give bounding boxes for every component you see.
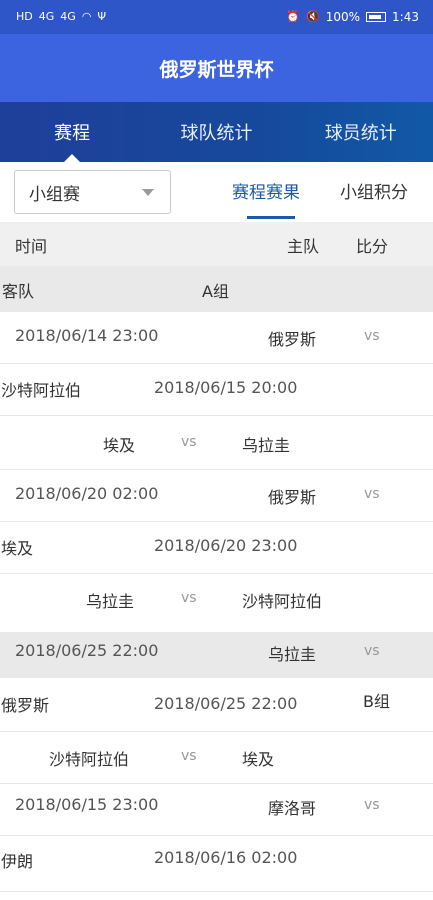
match-time: 2018/06/15 23:00 xyxy=(15,795,159,814)
table-row[interactable]: 俄罗斯 2018/06/25 22:00 B组 xyxy=(0,678,433,732)
status-left-icons: HD 4G 4G ◠ Ψ xyxy=(16,11,106,23)
vs-label: vs xyxy=(181,590,197,606)
table-row[interactable]: 乌拉圭 vs 沙特阿拉伯 xyxy=(0,576,433,632)
team-name: 乌拉圭 xyxy=(242,436,291,455)
table-row[interactable]: 2018/06/20 02:00 俄罗斯 vs xyxy=(0,470,433,522)
vs-label: vs xyxy=(364,486,380,502)
active-subtab-indicator xyxy=(247,216,295,219)
table-row[interactable]: 2018/06/14 23:00 俄罗斯 vs xyxy=(0,312,433,364)
table-row[interactable]: 2018/06/25 22:00 乌拉圭 vs xyxy=(0,632,433,678)
header-score: 比分 xyxy=(356,237,389,256)
team-name: 沙特阿拉伯 xyxy=(1,381,82,400)
team-name: 沙特阿拉伯 xyxy=(242,592,323,611)
top-tab-bar: 赛程 球队统计 球员统计 xyxy=(0,102,433,162)
vs-label: vs xyxy=(364,328,380,344)
wifi-icon: ◠ xyxy=(81,10,92,23)
away-label: 客队 xyxy=(2,282,35,301)
match-time: 2018/06/20 23:00 xyxy=(154,536,298,555)
header-time: 时间 xyxy=(15,237,48,256)
tab-team-stats[interactable]: 球队统计 xyxy=(144,102,288,162)
match-time: 2018/06/16 02:00 xyxy=(154,848,298,867)
team-name: 摩洛哥 xyxy=(268,799,317,818)
status-time: 1:43 xyxy=(392,10,419,24)
filter-row: 小组赛 赛程赛果 小组积分 xyxy=(0,162,433,222)
header-home: 主队 xyxy=(287,237,320,256)
table-row[interactable]: 2018/06/15 23:00 摩洛哥 vs xyxy=(0,784,433,836)
team-name: 俄罗斯 xyxy=(1,696,50,715)
battery-icon xyxy=(366,12,387,22)
vs-label: vs xyxy=(181,434,197,450)
match-time: 2018/06/14 23:00 xyxy=(15,326,159,345)
team-name: 乌拉圭 xyxy=(268,645,317,664)
vs-label: vs xyxy=(181,748,197,764)
table-row[interactable]: 客队 A组 xyxy=(0,266,433,312)
usb-icon: Ψ xyxy=(97,10,107,23)
table-row[interactable]: 埃及 2018/06/20 23:00 xyxy=(0,522,433,574)
team-name: 埃及 xyxy=(1,539,34,558)
caret-down-icon xyxy=(142,189,154,196)
table-row[interactable]: 伊朗 2018/06/16 02:00 xyxy=(0,836,433,892)
team-name: 沙特阿拉伯 xyxy=(49,750,130,769)
match-time: 2018/06/15 20:00 xyxy=(154,378,298,397)
table-row[interactable]: 沙特阿拉伯 vs 埃及 xyxy=(0,732,433,784)
hd-icon: HD xyxy=(16,10,33,23)
vs-label: vs xyxy=(364,797,380,813)
team-name: 伊朗 xyxy=(1,852,34,871)
alarm-icon: ⏰ xyxy=(286,10,301,23)
status-bar: HD 4G 4G ◠ Ψ ⏰ 🔇 100% 1:43 xyxy=(0,0,433,34)
page-title: 俄罗斯世界杯 xyxy=(159,58,274,81)
team-name: 俄罗斯 xyxy=(268,488,317,507)
team-name: 埃及 xyxy=(242,750,275,769)
status-right: ⏰ 🔇 100% 1:43 xyxy=(286,10,419,24)
vs-label: vs xyxy=(364,643,380,659)
team-name: 埃及 xyxy=(103,436,136,455)
table-header: 时间 主队 比分 xyxy=(0,222,433,266)
signal-4g-icon: 4G xyxy=(38,10,55,23)
subtab-results[interactable]: 赛程赛果 xyxy=(232,178,300,203)
subtab-standings[interactable]: 小组积分 xyxy=(340,178,408,203)
app-bar: 俄罗斯世界杯 xyxy=(0,34,433,102)
team-name: 俄罗斯 xyxy=(268,330,317,349)
match-time: 2018/06/25 22:00 xyxy=(154,694,298,713)
match-time: 2018/06/20 02:00 xyxy=(15,484,159,503)
bottom-strip xyxy=(0,892,433,900)
table-row[interactable]: 沙特阿拉伯 2018/06/15 20:00 xyxy=(0,364,433,416)
signal-4g-icon: 4G xyxy=(60,10,76,23)
battery-percent: 100% xyxy=(325,10,361,24)
stage-dropdown[interactable]: 小组赛 xyxy=(14,170,171,214)
group-label: B组 xyxy=(363,692,390,711)
table-row[interactable]: 埃及 vs 乌拉圭 xyxy=(0,418,433,470)
mute-icon: 🔇 xyxy=(306,10,320,23)
team-name: 乌拉圭 xyxy=(86,592,135,611)
group-label: A组 xyxy=(202,282,229,301)
tab-schedule[interactable]: 赛程 xyxy=(0,102,144,162)
match-time: 2018/06/25 22:00 xyxy=(15,641,159,660)
tab-player-stats[interactable]: 球员统计 xyxy=(289,102,433,162)
stage-dropdown-value: 小组赛 xyxy=(29,184,80,205)
